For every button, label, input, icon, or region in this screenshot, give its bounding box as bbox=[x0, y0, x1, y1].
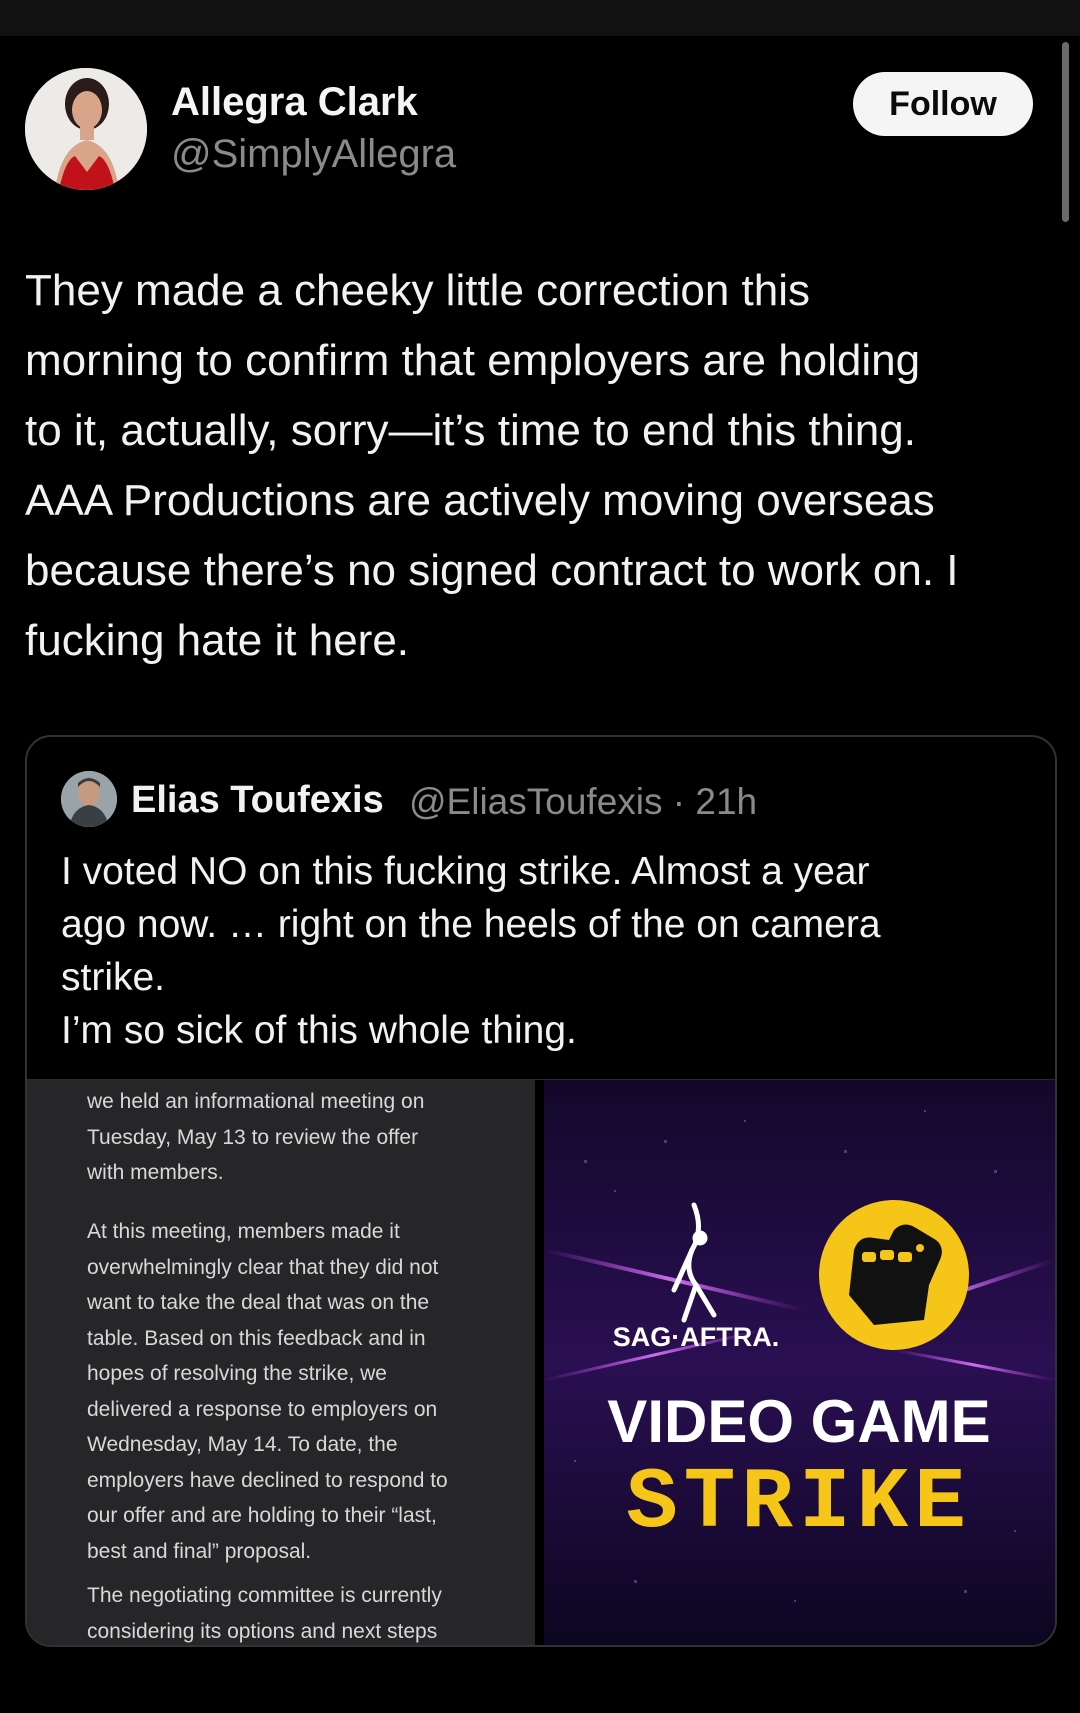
author-handle[interactable]: @SimplyAllegra bbox=[171, 132, 456, 177]
quoted-author-avatar[interactable] bbox=[61, 771, 117, 827]
headline-line2: STRIKE bbox=[626, 1454, 972, 1552]
fist-controller-icon bbox=[819, 1200, 969, 1350]
quoted-author-name[interactable]: Elias Toufexis bbox=[131, 779, 384, 822]
strike-graphic[interactable]: SAG·AFTRA. VIDEO GAME STRIKE bbox=[544, 1080, 1055, 1645]
status-bar-strip bbox=[0, 0, 1080, 36]
quoted-author-meta[interactable]: @EliasToufexis · 21h bbox=[409, 781, 757, 823]
author-avatar[interactable] bbox=[25, 68, 147, 190]
tweet-text: They made a cheeky little correction thi… bbox=[25, 266, 959, 665]
quoted-tweet[interactable]: Elias Toufexis @EliasToufexis · 21h I vo… bbox=[25, 735, 1057, 1647]
quoted-tweet-text: I voted NO on this fucking strike. Almos… bbox=[61, 850, 881, 1052]
tweet-header: Allegra Clark @SimplyAllegra Follow bbox=[25, 68, 1035, 193]
doc-paragraph: we held an informational meeting on Tues… bbox=[87, 1090, 425, 1184]
quoted-media[interactable]: we held an informational meeting on Tues… bbox=[27, 1079, 1055, 1645]
doc-paragraph: The negotiating committee is currently c… bbox=[87, 1584, 442, 1643]
scrollbar[interactable] bbox=[1062, 42, 1069, 222]
author-name[interactable]: Allegra Clark bbox=[171, 80, 418, 125]
follow-button[interactable]: Follow bbox=[853, 72, 1033, 136]
document-screenshot[interactable]: we held an informational meeting on Tues… bbox=[27, 1080, 535, 1645]
headline-line1: VIDEO GAME bbox=[607, 1388, 990, 1455]
brand-text: SAG·AFTRA. bbox=[613, 1322, 779, 1352]
doc-paragraph: At this meeting, members made it overwhe… bbox=[87, 1220, 448, 1563]
